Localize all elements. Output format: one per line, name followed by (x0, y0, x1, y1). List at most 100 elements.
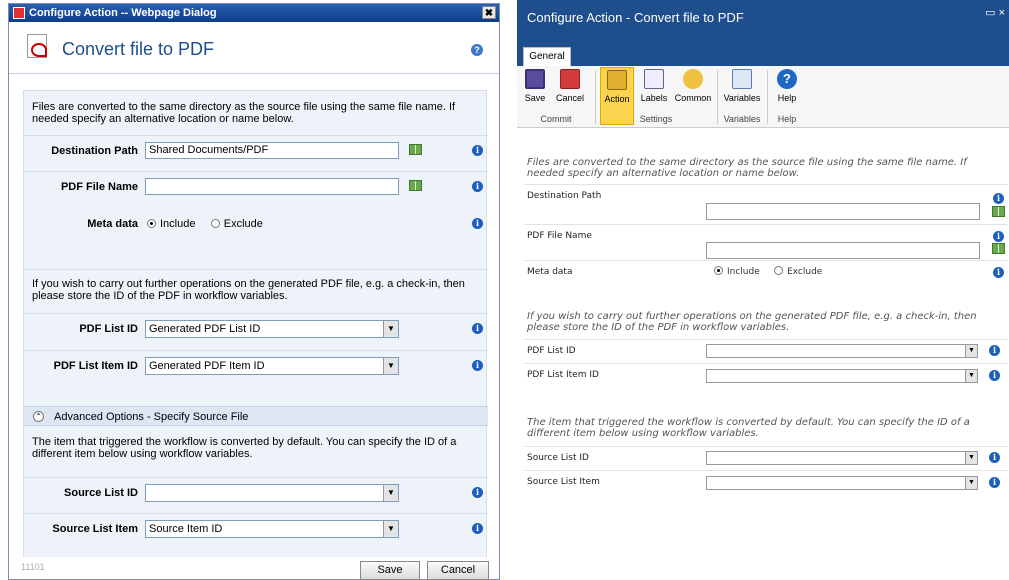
pdf-list-item-id-label: PDF List Item ID (53, 360, 138, 372)
chevron-down-icon[interactable]: ▼ (383, 358, 398, 374)
pdf-icon (27, 34, 47, 58)
app-icon (13, 7, 25, 19)
advanced-text: The item that triggered the workflow is … (32, 436, 457, 460)
group-help: Help (777, 114, 797, 124)
info-icon[interactable]: i (989, 345, 1000, 356)
info-icon[interactable]: i (472, 487, 483, 498)
right-intro-text: Files are converted to the same director… (527, 157, 967, 179)
save-button[interactable]: Save (360, 561, 420, 580)
pdf-list-item-id-value: Generated PDF Item ID (149, 360, 265, 372)
info-icon[interactable]: i (993, 193, 1004, 204)
info-icon[interactable]: i (472, 360, 483, 371)
pdf-file-name-input[interactable] (145, 178, 399, 195)
pdf-list-id-label: PDF List ID (79, 323, 138, 335)
source-list-id-label: Source List ID (64, 487, 138, 499)
footer-code: 11101 (21, 562, 45, 572)
info-icon[interactable]: i (472, 218, 483, 229)
info-icon[interactable]: i (989, 370, 1000, 381)
info-icon[interactable]: i (993, 267, 1004, 278)
destination-path-label: Destination Path (51, 145, 138, 157)
page-title: Convert file to PDF (62, 39, 215, 59)
cancel-button[interactable]: Cancel (427, 561, 489, 580)
right-source-list-id-row: Source List ID ▼ i (524, 446, 1008, 470)
ribbon-cancel-button[interactable]: Cancel (550, 69, 590, 103)
right-title-bar: Configure Action - Convert file to PDF ▭… (517, 0, 1009, 38)
group-variables: Variables (723, 114, 761, 124)
pdf-list-item-id-label: PDF List Item ID (527, 370, 599, 380)
info-icon[interactable]: i (472, 323, 483, 334)
left-header: Convert file to PDF ? (9, 22, 499, 74)
right-further-ops-text: If you wish to carry out further operati… (527, 311, 977, 333)
collapse-chevron-icon[interactable]: ⌃ (33, 411, 44, 422)
destination-path-row: Destination Path Shared Documents/PDF i (24, 135, 488, 165)
ribbon-labels-button[interactable]: Labels (636, 69, 672, 103)
right-destination-path-row: Destination Path i (524, 184, 1008, 224)
exclude-radio[interactable] (774, 266, 784, 275)
meta-data-label: Meta data (87, 218, 138, 230)
include-label: Include (160, 218, 196, 230)
address-book-icon[interactable] (409, 144, 422, 155)
right-dialog: Configure Action - Convert file to PDF ▭… (517, 0, 1009, 580)
left-dialog: Configure Action -- Webpage Dialog ✖ Con… (8, 3, 500, 580)
help-icon: ? (777, 69, 797, 89)
tab-general[interactable]: General (523, 47, 571, 66)
ribbon-common-button[interactable]: Common (672, 69, 714, 103)
pdf-file-name-label: PDF File Name (60, 181, 138, 193)
chevron-down-icon[interactable]: ▼ (965, 452, 977, 464)
source-list-item-select[interactable]: Source Item ID ▼ (145, 520, 399, 538)
pdf-list-id-select[interactable]: ▼ (706, 344, 978, 358)
ribbon-action-label: Action (604, 94, 630, 104)
exclude-radio[interactable] (210, 219, 220, 228)
right-advanced-text: The item that triggered the workflow is … (527, 417, 970, 439)
pdf-list-id-value: Generated PDF List ID (149, 323, 261, 335)
pdf-file-name-input[interactable] (706, 242, 980, 259)
ribbon-variables-button[interactable]: Variables (720, 69, 764, 103)
source-list-item-row: Source List Item Source Item ID ▼ i (24, 513, 488, 543)
left-footer: 11101 Save Cancel (9, 557, 499, 580)
chevron-down-icon[interactable]: ▼ (965, 345, 977, 357)
address-book-icon[interactable] (992, 243, 1005, 254)
window-controls[interactable]: ▭ × (985, 6, 1005, 19)
address-book-icon[interactable] (409, 180, 422, 191)
address-book-icon[interactable] (992, 206, 1005, 217)
ribbon-tabstrip: General (517, 38, 1009, 66)
left-window-title: Configure Action -- Webpage Dialog (29, 7, 217, 19)
info-icon[interactable]: i (472, 145, 483, 156)
pdf-list-item-id-select[interactable]: Generated PDF Item ID ▼ (145, 357, 399, 375)
help-icon[interactable]: ? (471, 44, 483, 56)
include-radio[interactable] (714, 266, 723, 275)
pdf-list-item-id-select[interactable]: ▼ (706, 369, 978, 383)
right-window-title: Configure Action - Convert file to PDF (527, 10, 744, 25)
pdf-file-name-row: PDF File Name i (24, 171, 488, 201)
close-icon[interactable]: ✖ (482, 6, 496, 19)
chevron-down-icon[interactable]: ▼ (965, 370, 977, 382)
destination-path-input[interactable]: Shared Documents/PDF (145, 142, 399, 159)
source-list-item-select[interactable]: ▼ (706, 476, 978, 490)
info-icon[interactable]: i (472, 181, 483, 192)
pdf-list-id-select[interactable]: Generated PDF List ID ▼ (145, 320, 399, 338)
gears-icon (607, 70, 627, 90)
source-list-id-label: Source List ID (527, 453, 589, 463)
info-icon[interactable]: i (993, 231, 1004, 242)
chevron-down-icon[interactable]: ▼ (383, 485, 398, 501)
chevron-down-icon[interactable]: ▼ (383, 521, 398, 537)
source-list-id-select[interactable]: ▼ (145, 484, 399, 502)
advanced-options-toggle[interactable]: ⌃ Advanced Options - Specify Source File (24, 406, 488, 426)
destination-path-input[interactable] (706, 203, 980, 220)
pdf-file-name-label: PDF File Name (527, 231, 592, 241)
info-icon[interactable]: i (472, 523, 483, 534)
ribbon-cancel-label: Cancel (555, 93, 584, 103)
left-form: Files are converted to the same director… (23, 90, 488, 560)
group-settings: Settings (639, 114, 673, 124)
chevron-down-icon[interactable]: ▼ (965, 477, 977, 489)
source-list-id-select[interactable]: ▼ (706, 451, 978, 465)
info-icon[interactable]: i (989, 477, 1000, 488)
ribbon-save-label: Save (524, 93, 546, 103)
chevron-down-icon[interactable]: ▼ (383, 321, 398, 337)
ribbon-save-button[interactable]: Save (522, 69, 548, 103)
include-radio[interactable] (147, 219, 156, 228)
pdf-list-id-label: PDF List ID (527, 346, 576, 356)
info-icon[interactable]: i (989, 452, 1000, 463)
ribbon-help-button[interactable]: ? Help (773, 69, 801, 103)
further-ops-text: If you wish to carry out further operati… (24, 269, 488, 302)
